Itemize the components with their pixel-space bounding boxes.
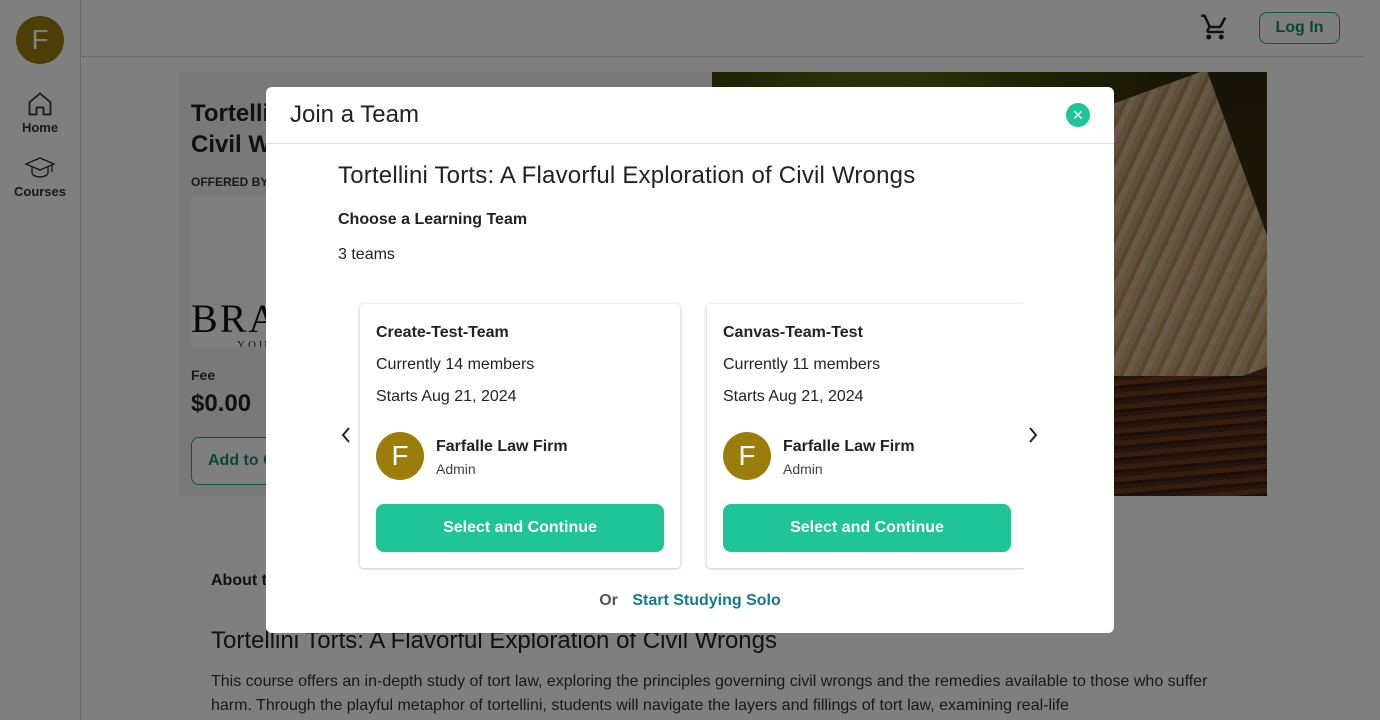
choose-team-label: Choose a Learning Team [338, 211, 528, 228]
or-label: Or [599, 592, 618, 609]
chevron-left-icon[interactable] [336, 425, 356, 445]
team-name: Canvas-Team-Test [723, 324, 863, 341]
team-members: Currently 14 members [376, 356, 535, 373]
close-icon[interactable]: ✕ [1066, 103, 1090, 127]
team-card: Create-Test-Team Currently 14 members St… [360, 304, 680, 568]
org-avatar: F [376, 432, 424, 480]
start-studying-solo-link[interactable]: Start Studying Solo [632, 592, 780, 609]
org-role: Admin [436, 461, 476, 477]
org-avatar: F [723, 432, 771, 480]
chevron-right-icon[interactable] [1023, 425, 1043, 445]
org-initial: F [738, 440, 756, 471]
modal-course-name: Tortellini Torts: A Flavorful Exploratio… [338, 162, 916, 189]
team-carousel: Create-Test-Team Currently 14 members St… [356, 300, 1024, 570]
team-name: Create-Test-Team [376, 324, 509, 341]
modal-header: Join a Team ✕ [266, 87, 1114, 144]
select-and-continue-button[interactable]: Select and Continue [376, 504, 664, 552]
team-start-date: Starts Aug 21, 2024 [723, 388, 864, 405]
team-card: Canvas-Team-Test Currently 11 members St… [707, 304, 1024, 568]
select-and-continue-button[interactable]: Select and Continue [723, 504, 1011, 552]
org-role: Admin [783, 461, 823, 477]
modal-title: Join a Team [290, 101, 419, 128]
join-team-modal: Join a Team ✕ Tortellini Torts: A Flavor… [266, 87, 1114, 633]
org-initial: F [391, 440, 409, 471]
team-members: Currently 11 members [723, 356, 881, 373]
org-name: Farfalle Law Firm [783, 438, 915, 455]
team-start-date: Starts Aug 21, 2024 [376, 388, 517, 405]
solo-option: Or Start Studying Solo [266, 592, 1114, 610]
teams-count: 3 teams [338, 246, 395, 263]
org-name: Farfalle Law Firm [436, 438, 568, 455]
